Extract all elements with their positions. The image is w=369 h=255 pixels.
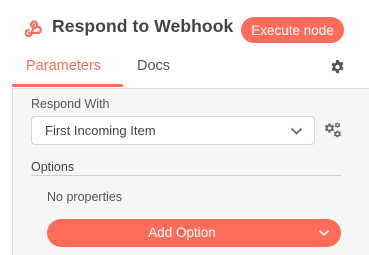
webhook-icon (25, 20, 42, 38)
gear-icon[interactable] (330, 59, 345, 74)
execute-node-button[interactable]: Execute node (241, 17, 344, 43)
tab-bar: Parameters Docs (0, 58, 369, 88)
options-divider (31, 175, 341, 176)
respond-with-select[interactable]: First Incoming Item (31, 116, 315, 145)
chevron-down-icon (318, 229, 330, 237)
respond-with-label: Respond With (31, 97, 110, 111)
add-option-label: Add Option (148, 225, 216, 240)
add-option-button[interactable]: Add Option (47, 219, 341, 247)
cogs-icon[interactable] (323, 121, 342, 139)
no-properties-text: No properties (47, 190, 123, 204)
node-settings-panel: Respond to Webhook Execute node Paramete… (0, 0, 369, 255)
options-heading: Options (31, 160, 75, 174)
active-tab-indicator (12, 84, 123, 87)
node-header: Respond to Webhook Execute node (0, 0, 369, 58)
chevron-down-icon (290, 127, 303, 135)
tab-docs[interactable]: Docs (137, 58, 170, 88)
node-title[interactable]: Respond to Webhook (52, 16, 233, 37)
respond-with-value: First Incoming Item (45, 123, 156, 138)
parameters-content: Respond With First Incoming Item Options… (12, 89, 369, 255)
